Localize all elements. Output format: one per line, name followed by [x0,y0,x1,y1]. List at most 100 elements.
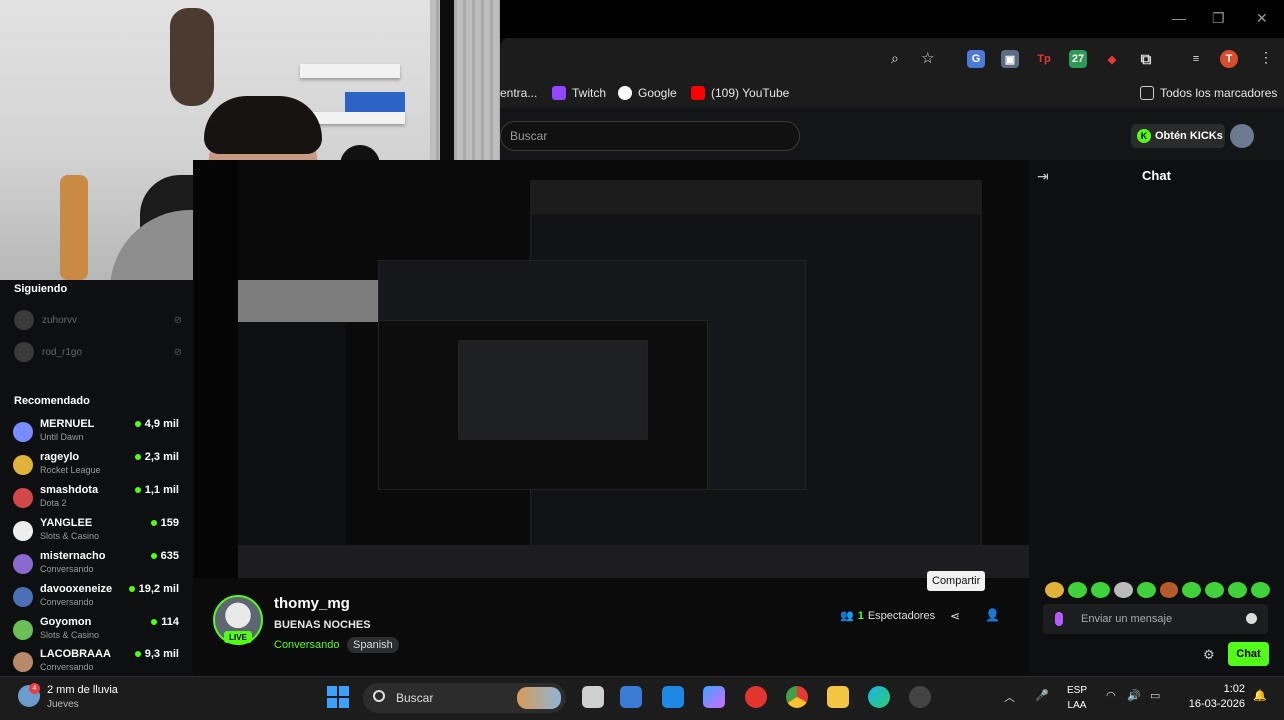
language-tag[interactable]: Spanish [347,637,399,653]
chat-title: Chat [1142,168,1171,183]
notifications-bell-icon[interactable]: 🔔 [1253,689,1267,702]
emote-icon[interactable] [1136,582,1156,598]
emote-icon[interactable] [1205,582,1225,598]
search-icon [373,690,385,702]
recommended-item[interactable]: LACOBRAAA Conversando 9,3 mil [13,646,181,678]
follow-user-icon[interactable]: 👤 [985,608,1000,622]
avatar [13,554,33,574]
chrome-icon[interactable] [786,686,808,708]
chat-header: ⇥ Chat [1029,160,1284,190]
menu-kebab-icon[interactable]: ⋮ [1259,49,1273,66]
avatar [14,342,34,362]
folder-icon [1140,86,1154,100]
channel-name[interactable]: thomy_mg [274,595,350,612]
offline-icon: ⊘ [173,346,182,358]
chat-send-button[interactable]: Chat [1228,642,1269,666]
search-input[interactable]: Buscar [500,121,800,151]
screen-extension-icon[interactable]: ▣ [1001,50,1019,68]
translate-extension-icon[interactable]: G [967,50,985,68]
stream-category[interactable]: Conversando [274,639,339,651]
bookmark-twitch[interactable]: Twitch [552,86,606,100]
profile-avatar[interactable]: T [1220,50,1238,68]
avatar [13,521,33,541]
emote-icon[interactable] [1182,582,1202,598]
emote-icon[interactable] [1045,582,1064,598]
taskbar-search[interactable]: Buscar [363,683,566,713]
avatar [13,422,33,442]
emote-icon[interactable] [1090,582,1110,598]
emote-icon[interactable] [1228,582,1248,598]
chat-message-input[interactable]: Enviar un mensaje [1043,604,1268,634]
obs-icon[interactable] [909,686,931,708]
close-icon[interactable]: ✕ [1256,10,1268,27]
media-queue-icon[interactable]: ≡ [1187,50,1205,68]
calendar-extension-icon[interactable]: 27 [1069,50,1087,68]
emote-icon[interactable] [1113,582,1133,598]
microphone-tray-icon[interactable]: 🎤 [1035,689,1049,702]
recommended-item[interactable]: davooxeneize Conversando 19,2 mil [13,581,181,613]
recommended-item[interactable]: Goyomon Slots & Casino 114 [13,614,181,646]
keyboard-language[interactable]: ESP LAA [1063,683,1091,713]
kick-logo-icon: K [1137,129,1151,143]
avatar [14,310,34,330]
all-bookmarks[interactable]: Todos los marcadores [1140,86,1277,100]
emote-bar [1045,582,1271,600]
twitch-icon [552,86,566,100]
tray-overflow-icon[interactable]: ︿ [1004,689,1015,705]
weather-widget[interactable]: 4 2 mm de lluvia Jueves [18,683,118,713]
stream-player[interactable] [238,160,1029,578]
emote-icon[interactable] [1251,582,1271,598]
opera-icon[interactable] [745,686,767,708]
recommended-item[interactable]: MERNUEL Until Dawn 4,9 mil [13,416,181,448]
chat-settings-gear-icon[interactable]: ⚙ [1203,647,1215,663]
shelf [300,64,400,78]
notification-badge: 4 [29,683,40,694]
avatar [13,652,33,672]
restore-icon[interactable]: ❐ [1212,10,1225,27]
google-icon [618,86,632,100]
wifi-icon[interactable]: ◠ [1106,689,1116,702]
shield-extension-icon[interactable]: ◆ [1103,50,1121,68]
nested-capture-4 [458,340,648,440]
recommended-item[interactable]: rageylo Rocket League 2,3 mil [13,449,181,481]
recommended-item[interactable]: YANGLEE Slots & Casino 159 [13,515,181,547]
copilot-icon[interactable] [703,686,725,708]
edge-icon[interactable] [868,686,890,708]
task-view-icon[interactable] [582,686,604,708]
battery-icon[interactable]: ▭ [1150,689,1160,702]
minimize-icon[interactable]: — [1172,10,1186,26]
microphone-icon [1055,612,1063,626]
nested-taskbar [238,545,1029,578]
streamer-hair [204,96,322,154]
bookmark-item[interactable]: entra... [500,86,537,100]
recommended-title: Recomendado [14,395,90,407]
avatar [13,587,33,607]
emoji-picker-icon[interactable] [1246,613,1257,624]
live-badge: LIVE [224,631,252,643]
recommended-item[interactable]: misternacho Conversando 635 [13,548,181,580]
get-kicks-button[interactable]: K Obtén KICKs [1131,124,1225,148]
system-clock[interactable]: 1:02 16-03-2026 [1183,683,1245,710]
store-icon[interactable] [620,686,642,708]
user-avatar[interactable] [1230,124,1254,148]
windows-start-icon[interactable] [327,686,349,708]
file-explorer-icon[interactable] [827,686,849,708]
share-icon[interactable]: ⋖ [950,609,960,623]
following-item[interactable]: zuhorvv ⊘ [14,310,182,330]
viewers-icon: 👥 [840,610,854,622]
zoom-icon[interactable]: ⌕ [891,50,899,67]
following-item[interactable]: rod_r1go ⊘ [14,342,182,362]
tp-extension-icon[interactable]: Tp [1035,50,1053,68]
bookmark-google[interactable]: Google [618,86,677,100]
emote-icon[interactable] [1067,582,1087,598]
sidebar: Siguiendo zuhorvv ⊘ rod_r1go ⊘ Recomenda… [0,280,193,676]
mail-icon[interactable] [662,686,684,708]
avatar [13,488,33,508]
extensions-puzzle-icon[interactable]: ⧉ [1137,50,1155,68]
bookmark-youtube[interactable]: (109) YouTube [691,86,789,100]
youtube-icon [691,86,705,100]
volume-icon[interactable]: 🔊 [1127,689,1141,702]
recommended-item[interactable]: smashdota Dota 2 1,1 mil [13,482,181,514]
emote-icon[interactable] [1159,582,1179,598]
bookmark-star-icon[interactable]: ☆ [921,49,934,67]
